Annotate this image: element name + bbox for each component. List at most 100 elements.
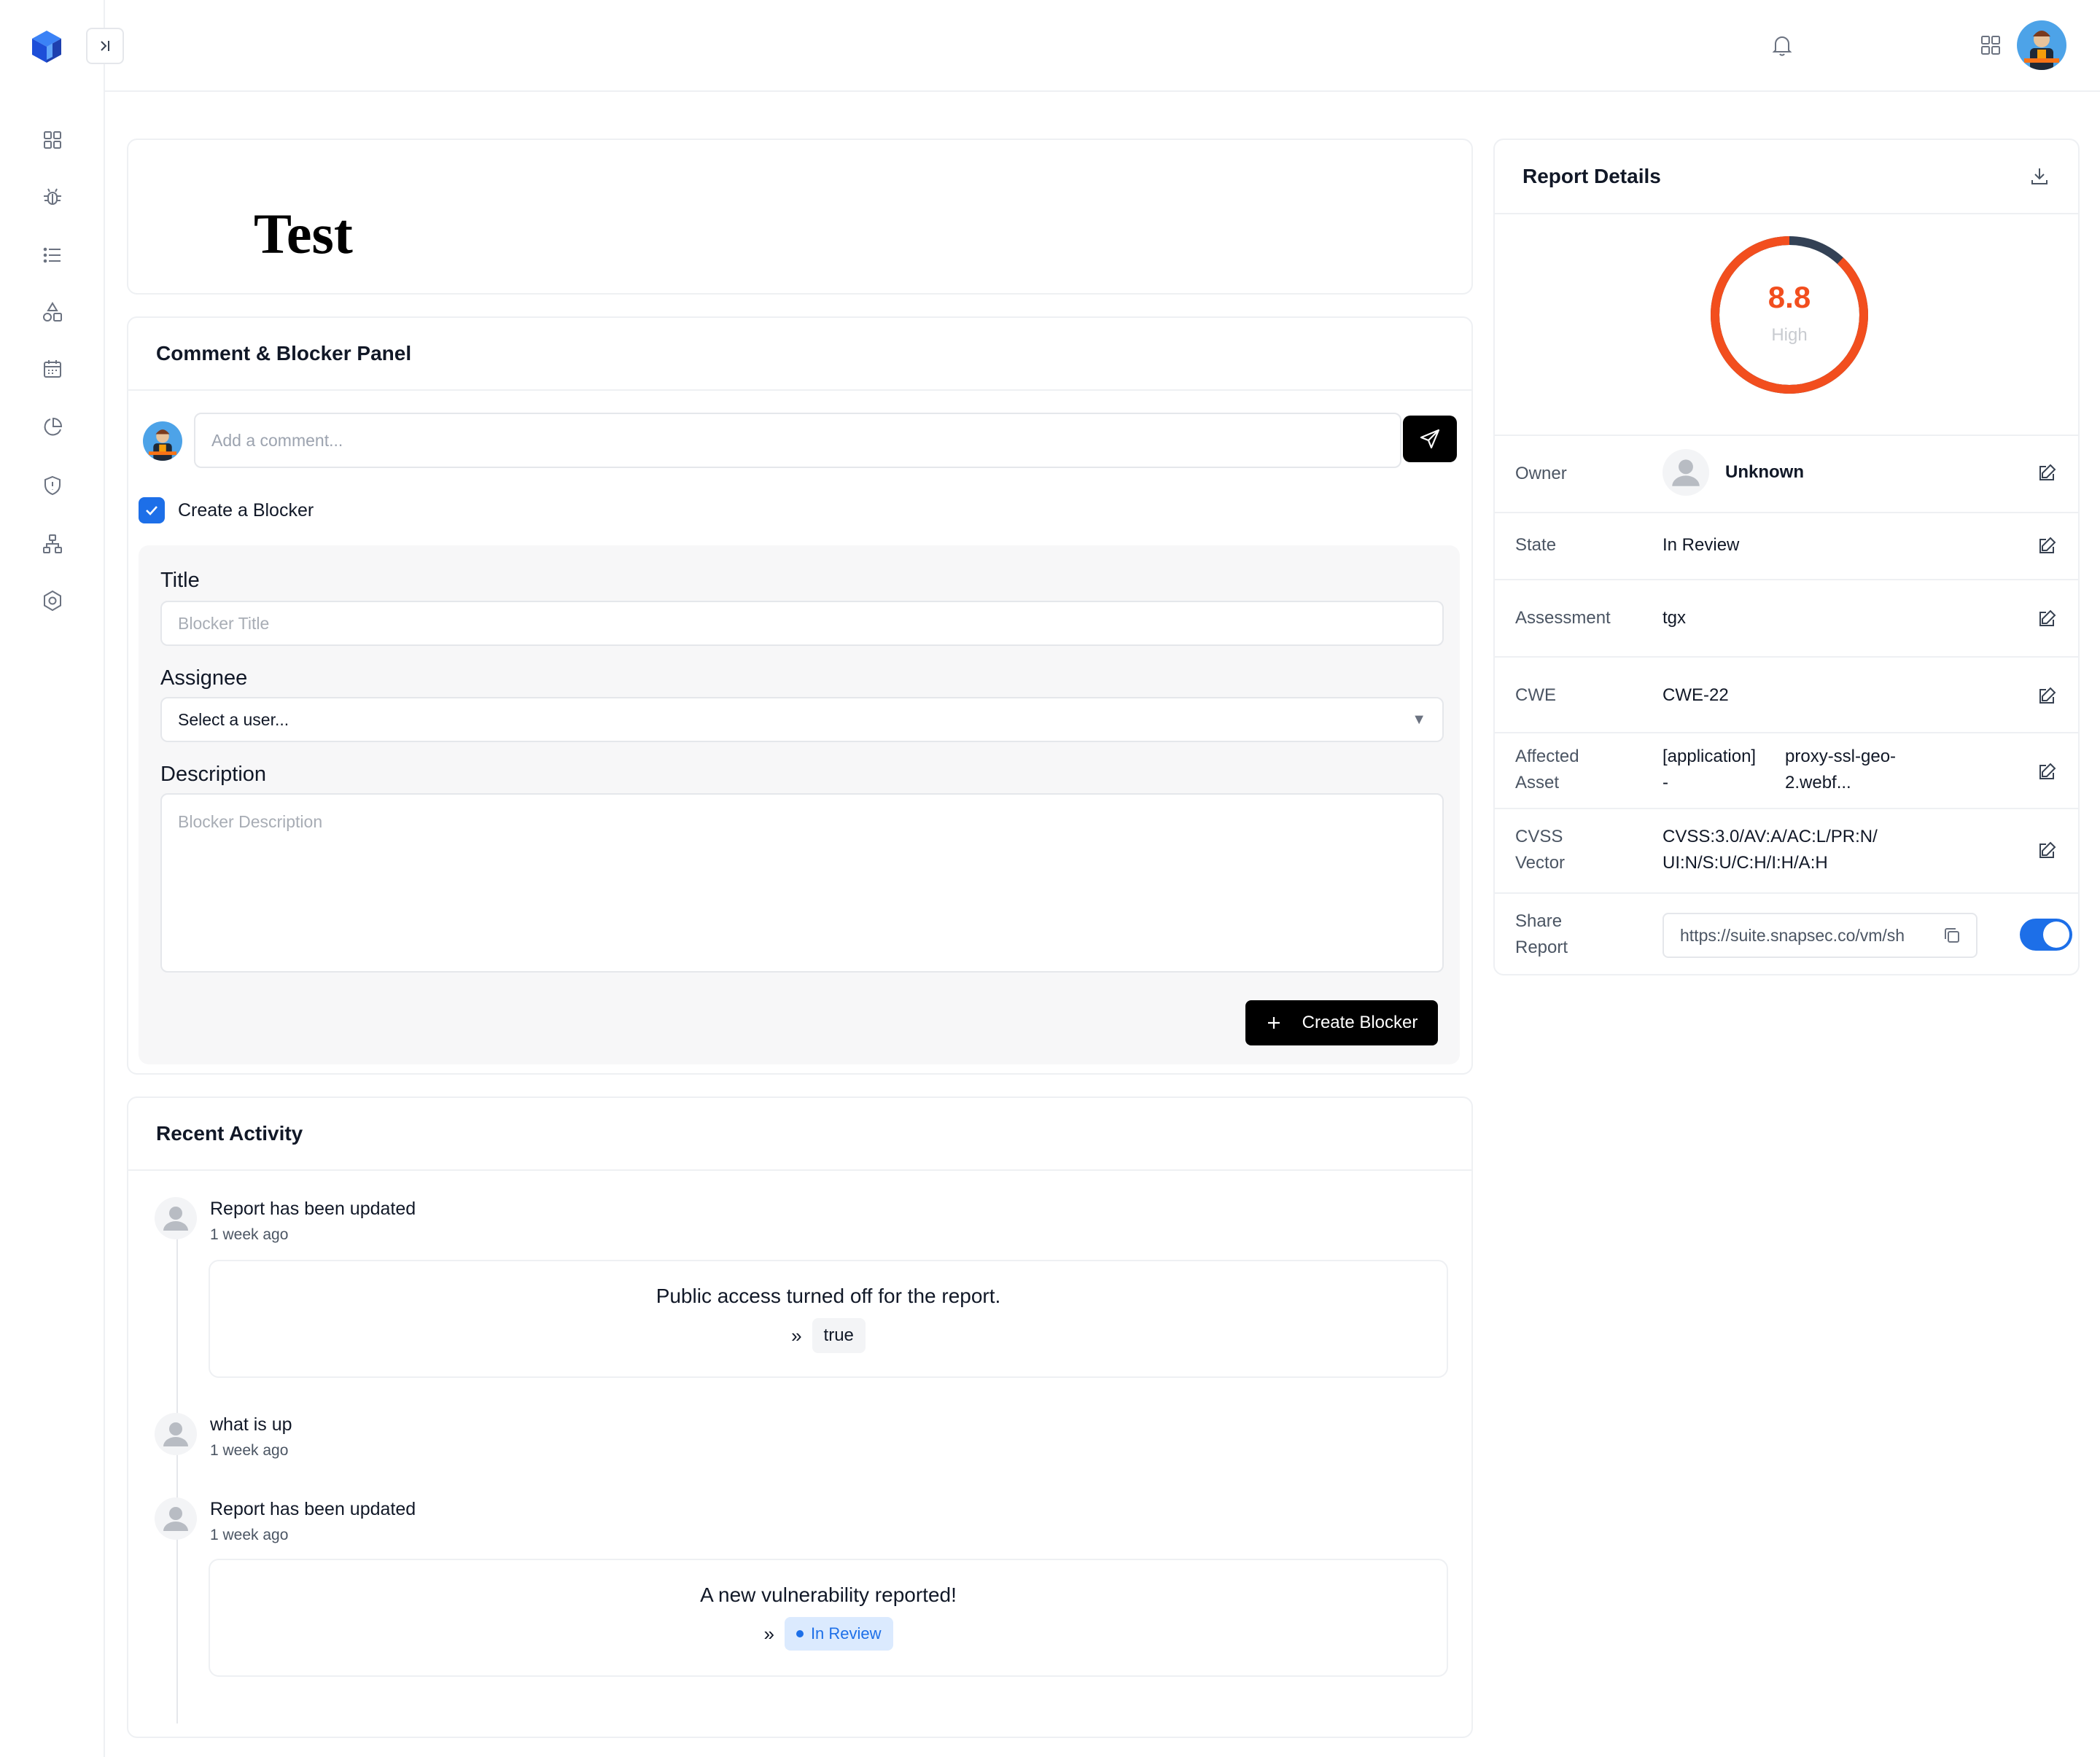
affected-asset-label-2: Asset	[1515, 773, 1560, 792]
pie-chart-icon[interactable]	[41, 416, 64, 439]
download-icon[interactable]	[2029, 165, 2050, 187]
create-blocker-label: Create a Blocker	[178, 499, 314, 521]
asset-type: [application]	[1662, 747, 1757, 766]
report-title-card: Test	[127, 139, 1473, 295]
apps-grid-icon[interactable]	[1978, 32, 2004, 58]
activity-detail-text: Public access turned off for the report.	[656, 1285, 1001, 1307]
activity-time: 1 week ago	[210, 1442, 289, 1459]
create-blocker-button-label: Create Blocker	[1302, 1013, 1418, 1032]
sidebar-expand-button[interactable]	[86, 28, 124, 64]
owner-avatar	[1662, 449, 1709, 496]
bug-icon[interactable]	[41, 185, 64, 209]
status-dot	[796, 1630, 804, 1637]
severity-score: 8.8	[1768, 280, 1811, 314]
assignee-select[interactable]: Select a user... ▼	[160, 697, 1444, 742]
state-badge: In Review	[784, 1617, 893, 1651]
activity-change-row: » In Review	[210, 1617, 1447, 1651]
change-value-badge: true	[812, 1318, 866, 1353]
activity-detail-text: A new vulnerability reported!	[700, 1583, 957, 1606]
cwe-label: CWE	[1515, 685, 1556, 705]
activity-detail-box: Public access turned off for the report.…	[209, 1260, 1448, 1378]
share-report-row: Share Report https://suite.snapsec.co/vm…	[1495, 892, 2078, 974]
settings-hexagon-icon[interactable]	[41, 589, 64, 612]
cvss-vector-value: CVSS:3.0/AV:A/AC:L/PR:N/	[1662, 827, 1878, 846]
edit-icon[interactable]	[2036, 462, 2058, 484]
edit-icon[interactable]	[2036, 840, 2058, 862]
expand-right-icon	[101, 41, 109, 51]
list-icon[interactable]	[41, 244, 64, 267]
activity-title-text: what is up	[210, 1414, 292, 1435]
activity-detail-box: A new vulnerability reported! » In Revie…	[209, 1559, 1448, 1677]
cvss-label-2: Vector	[1515, 853, 1566, 873]
cwe-value: CWE-22	[1662, 685, 1729, 705]
activity-title-text: Report has been updated	[210, 1199, 416, 1219]
copy-icon[interactable]	[1941, 924, 1963, 946]
activity-time: 1 week ago	[210, 1226, 289, 1243]
edit-icon[interactable]	[2036, 685, 2058, 707]
report-details-title: Report Details	[1522, 165, 1661, 187]
edit-icon[interactable]	[2036, 608, 2058, 630]
state-badge-label: In Review	[810, 1624, 882, 1643]
description-label: Description	[160, 763, 267, 786]
comment-input[interactable]	[194, 413, 1401, 468]
blocker-form: Title Assignee Select a user... ▼ Descri…	[139, 545, 1460, 1064]
share-url: https://suite.snapsec.co/vm/sh	[1680, 925, 1905, 945]
severity-label: High	[1771, 325, 1808, 345]
dashboard-grid-icon[interactable]	[41, 128, 64, 152]
cvss-label: CVSS	[1515, 827, 1563, 846]
network-icon[interactable]	[41, 532, 64, 556]
activity-avatar	[155, 1413, 197, 1455]
affected-asset-row: Affected Asset [application] - proxy-ssl…	[1495, 732, 2078, 808]
assessment-value: tgx	[1662, 608, 1687, 628]
severity-gauge: 8.8 High	[1708, 233, 1871, 397]
edit-icon[interactable]	[2036, 535, 2058, 557]
cwe-row: CWE CWE-22	[1495, 656, 2078, 732]
double-chevron-icon: »	[763, 1622, 774, 1645]
cube-logo-icon[interactable]	[31, 29, 63, 64]
panel-title: Comment & Blocker Panel	[128, 318, 1471, 391]
share-label: Share	[1515, 911, 1563, 931]
state-row: State In Review	[1495, 512, 2078, 579]
owner-row: Owner Unknown	[1495, 435, 2078, 512]
gauge-arc	[1711, 236, 1868, 394]
shield-icon[interactable]	[41, 474, 64, 497]
asset-type-2: -	[1662, 773, 1668, 792]
double-chevron-icon: »	[791, 1324, 802, 1347]
send-comment-button[interactable]	[1403, 416, 1457, 462]
user-avatar[interactable]	[2017, 20, 2066, 70]
comment-row	[143, 413, 1457, 468]
create-blocker-button[interactable]: Create Blocker	[1245, 1000, 1438, 1045]
share-toggle[interactable]	[2020, 919, 2072, 951]
share-label-2: Report	[1515, 938, 1568, 957]
dropdown-arrow-icon: ▼	[1412, 711, 1426, 728]
blocker-description-input[interactable]	[160, 793, 1444, 973]
state-label: State	[1515, 535, 1557, 555]
report-details-header: Report Details	[1495, 140, 2078, 214]
asset-value-2[interactable]: 2.webf...	[1785, 770, 1851, 796]
asset-value[interactable]: proxy-ssl-geo-	[1785, 744, 1896, 770]
share-url-field[interactable]: https://suite.snapsec.co/vm/sh	[1662, 913, 1978, 958]
cvss-row: CVSS Vector CVSS:3.0/AV:A/AC:L/PR:N/ UI:…	[1495, 808, 2078, 892]
toggle-knob	[2043, 922, 2069, 948]
state-value: In Review	[1662, 535, 1740, 555]
owner-value: Unknown	[1725, 462, 1804, 482]
activity-title: Recent Activity	[128, 1098, 1471, 1171]
cvss-vector-value-2: UI:N/S:U/C:H/I:H/A:H	[1662, 853, 1828, 873]
affected-asset-label: Affected	[1515, 747, 1579, 766]
shapes-icon[interactable]	[41, 300, 64, 324]
commenter-avatar	[143, 421, 182, 461]
create-blocker-toggle[interactable]: Create a Blocker	[139, 496, 314, 525]
activity-change-row: » true	[210, 1318, 1447, 1353]
create-blocker-checkbox[interactable]	[139, 497, 165, 523]
plus-icon	[1267, 1017, 1280, 1029]
assignee-selected-value: Select a user...	[178, 709, 289, 729]
send-icon	[1420, 429, 1440, 449]
blocker-title-input[interactable]	[160, 601, 1444, 646]
edit-icon[interactable]	[2036, 761, 2058, 783]
assessment-label: Assessment	[1515, 608, 1611, 628]
bell-icon[interactable]	[1769, 32, 1795, 58]
title-label: Title	[160, 569, 200, 592]
activity-avatar	[155, 1197, 197, 1239]
activity-title-text: Report has been updated	[210, 1499, 416, 1519]
calendar-icon[interactable]	[41, 357, 64, 381]
